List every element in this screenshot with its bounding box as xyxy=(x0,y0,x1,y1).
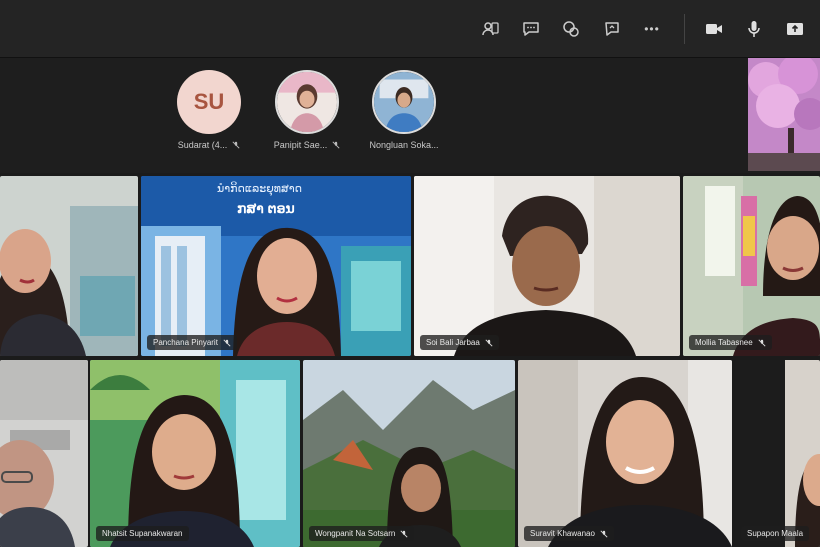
profile-photo xyxy=(374,72,434,132)
mic-muted-icon xyxy=(400,529,408,538)
participant-label: Supapon Maala xyxy=(741,526,810,541)
video-tile[interactable]: Wongpanit Na Sotsarn xyxy=(303,360,515,547)
roster-participant[interactable]: Nongluan Soka... xyxy=(359,70,449,150)
profile-photo xyxy=(277,72,337,132)
video-tile[interactable]: Suravit Khawanao xyxy=(518,360,732,547)
meeting-toolbar: ••• xyxy=(0,0,820,58)
participant-video xyxy=(303,360,515,547)
share-button[interactable] xyxy=(599,16,625,42)
participant-label: Nhatsit Supanakwaran xyxy=(96,526,189,541)
video-tile[interactable]: ນຳກິດແລະຍຸທສາດ ກສາ ຕອນ Panchana Pinyarit xyxy=(141,176,411,356)
mic-muted-icon xyxy=(232,141,240,149)
participant-video xyxy=(735,360,820,547)
participants-icon xyxy=(482,22,499,36)
participant-name: Nongluan Soka... xyxy=(369,140,439,150)
avatar: SU xyxy=(177,70,241,134)
preview-image xyxy=(748,58,820,171)
meeting-window: ••• SU Sudarat (4... Panipit Sae... Nong… xyxy=(0,0,820,547)
camera-button[interactable] xyxy=(701,16,727,42)
participant-name: Nhatsit Supanakwaran xyxy=(102,529,183,538)
participant-name: Wongpanit Na Sotsarn xyxy=(315,529,396,538)
microphone-button[interactable] xyxy=(741,16,767,42)
participant-video xyxy=(0,360,88,547)
participant-label: Panchana Pinyarit xyxy=(147,335,237,350)
toolbar-divider xyxy=(684,14,685,44)
share-screen-button[interactable] xyxy=(782,16,808,42)
participant-video xyxy=(0,176,138,356)
video-tile[interactable]: Supapon Maala xyxy=(735,360,820,547)
reactions-icon xyxy=(563,21,579,37)
video-tile[interactable]: Mollia Tabasnee xyxy=(683,176,820,356)
video-tile[interactable] xyxy=(0,176,138,356)
participant-video xyxy=(518,360,732,547)
participant-roster: SU Sudarat (4... Panipit Sae... Nongluan… xyxy=(0,58,820,173)
video-tile[interactable]: Soi Bali Jarbaa xyxy=(414,176,680,356)
participants-button[interactable] xyxy=(477,16,503,42)
more-button[interactable]: ••• xyxy=(639,16,665,42)
participant-name: Suravit Khawanao xyxy=(530,529,595,538)
roster-participant[interactable]: Panipit Sae... xyxy=(262,70,352,150)
chat-icon xyxy=(523,22,539,36)
roster-participant[interactable]: SU Sudarat (4... xyxy=(164,70,254,150)
share-screen-icon xyxy=(787,23,803,35)
video-tile[interactable] xyxy=(0,360,88,547)
share-icon xyxy=(605,22,619,36)
video-tile-active-speaker[interactable]: Nhatsit Supanakwaran xyxy=(90,360,300,547)
participant-label: Wongpanit Na Sotsarn xyxy=(309,526,415,541)
camera-icon xyxy=(706,24,722,34)
participant-name: Mollia Tabasnee xyxy=(695,338,753,347)
participant-label: Mollia Tabasnee xyxy=(689,335,772,350)
mic-muted-icon xyxy=(600,529,608,538)
background-banner-text: ນຳກິດແລະຍຸທສາດ xyxy=(217,183,303,195)
participant-name: Panchana Pinyarit xyxy=(153,338,218,347)
mic-muted-icon xyxy=(332,141,340,149)
participant-name: Sudarat (4... xyxy=(177,140,228,150)
more-icon: ••• xyxy=(644,22,660,36)
participant-name: Soi Bali Jarbaa xyxy=(426,338,480,347)
background-banner-subtext: ກສາ ຕອນ xyxy=(237,200,295,216)
avatar xyxy=(372,70,436,134)
participant-name: Panipit Sae... xyxy=(273,140,328,150)
microphone-icon xyxy=(748,21,760,37)
avatar xyxy=(275,70,339,134)
participant-video xyxy=(414,176,680,356)
mic-muted-icon xyxy=(223,338,231,347)
chat-button[interactable] xyxy=(518,16,544,42)
participant-label: Soi Bali Jarbaa xyxy=(420,335,499,350)
mic-muted-icon xyxy=(485,338,493,347)
reactions-button[interactable] xyxy=(558,16,584,42)
participant-name: Supapon Maala xyxy=(747,529,804,538)
mic-muted-icon xyxy=(758,338,766,347)
participant-video xyxy=(90,360,300,547)
pinned-video-preview[interactable] xyxy=(748,58,820,171)
participant-label: Suravit Khawanao xyxy=(524,526,614,541)
participant-video xyxy=(683,176,820,356)
